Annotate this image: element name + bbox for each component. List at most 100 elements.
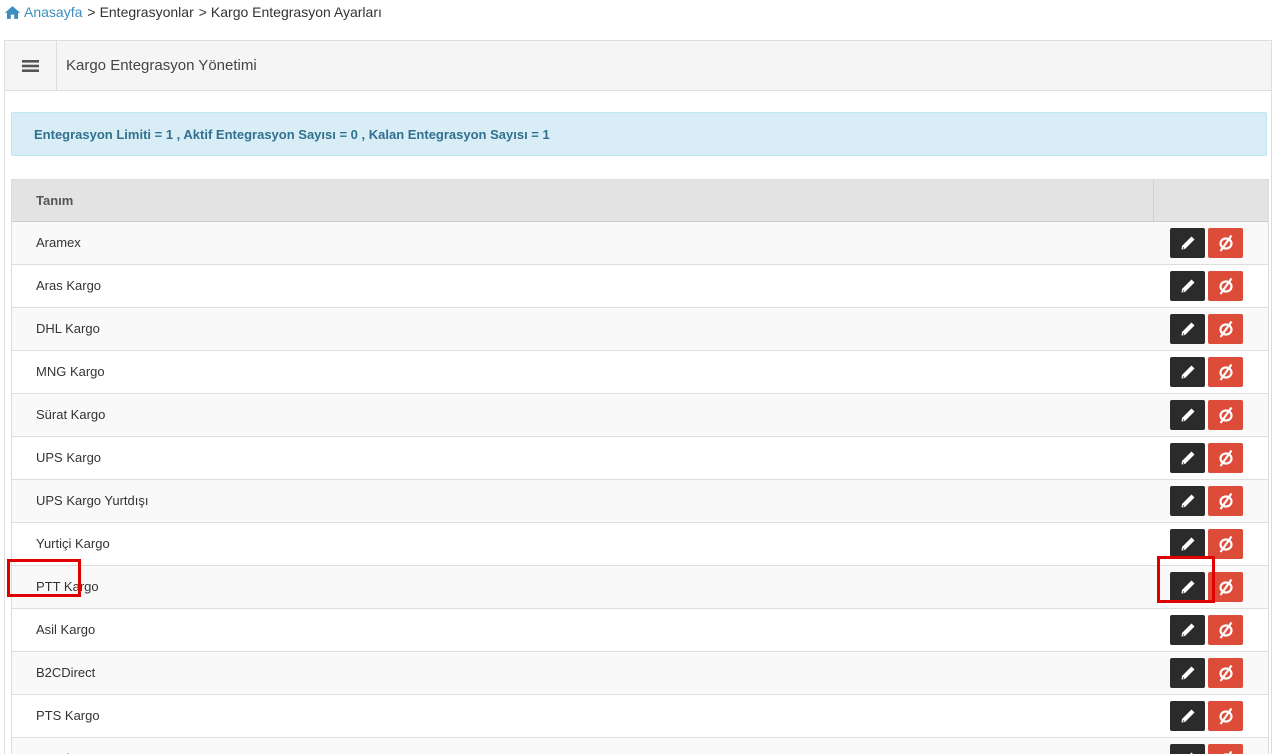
breadcrumb-integrations[interactable]: Entegrasyonlar bbox=[100, 4, 194, 20]
edit-button[interactable] bbox=[1170, 528, 1205, 559]
row-actions bbox=[1153, 737, 1268, 754]
integration-limit-text: Entegrasyon Limiti = 1 , Aktif Entegrasy… bbox=[34, 126, 550, 142]
table-row: MNG Kargo bbox=[12, 350, 1268, 394]
eye-slash-icon bbox=[1218, 707, 1233, 725]
table-row: Aras Kargo bbox=[12, 264, 1268, 308]
pencil-icon bbox=[1181, 494, 1194, 507]
eye-slash-icon bbox=[1218, 277, 1233, 295]
panel-toggle-button[interactable] bbox=[5, 41, 57, 90]
action-group bbox=[1153, 437, 1268, 479]
cargo-table-wrapper: Tanım Aramex Aras Kargo DHL Kargo MNG Kargo… bbox=[11, 179, 1269, 754]
eye-slash-icon bbox=[1218, 621, 1233, 639]
pencil-icon bbox=[1181, 408, 1194, 421]
column-header-actions bbox=[1152, 180, 1268, 222]
edit-button[interactable] bbox=[1170, 485, 1205, 516]
edit-button[interactable] bbox=[1170, 657, 1205, 688]
action-group bbox=[1153, 265, 1268, 307]
edit-button[interactable] bbox=[1170, 356, 1205, 387]
row-actions bbox=[1153, 350, 1268, 394]
pencil-icon bbox=[1181, 236, 1194, 249]
cargo-integration-panel: Kargo Entegrasyon Yönetimi Entegrasyon L… bbox=[4, 40, 1272, 754]
action-group bbox=[1153, 394, 1268, 436]
column-header-name: Tanım bbox=[12, 180, 1153, 222]
cargo-name: B2CDirect bbox=[12, 651, 1153, 695]
hide-button[interactable] bbox=[1208, 485, 1243, 516]
hide-button[interactable] bbox=[1208, 270, 1243, 301]
home-icon[interactable] bbox=[4, 5, 21, 20]
table-row: Sürat Kargo bbox=[12, 393, 1268, 437]
cargo-table: Tanım Aramex Aras Kargo DHL Kargo MNG Kargo… bbox=[12, 180, 1268, 754]
eye-slash-icon bbox=[1218, 363, 1233, 381]
hide-button[interactable] bbox=[1208, 614, 1243, 645]
breadcrumb-separator: > bbox=[87, 4, 96, 20]
row-actions bbox=[1153, 307, 1268, 351]
eye-slash-icon bbox=[1221, 750, 1232, 754]
table-header-row: Tanım bbox=[12, 180, 1268, 222]
edit-button[interactable] bbox=[1170, 399, 1205, 430]
edit-button[interactable] bbox=[1170, 571, 1205, 602]
hide-button[interactable] bbox=[1208, 743, 1243, 754]
cargo-name: MNG Kargo bbox=[12, 350, 1153, 394]
cargo-name: UPS Kargo Yurtdışı bbox=[12, 479, 1153, 523]
eye-slash-icon bbox=[1218, 449, 1233, 467]
edit-button[interactable] bbox=[1170, 227, 1205, 258]
row-actions bbox=[1153, 436, 1268, 480]
cargo-name: Asil Kargo bbox=[12, 608, 1153, 652]
row-actions bbox=[1153, 264, 1268, 308]
row-actions bbox=[1153, 694, 1268, 738]
edit-button[interactable] bbox=[1170, 313, 1205, 344]
eye-slash-icon bbox=[1218, 664, 1233, 682]
cargo-table-body: Aramex Aras Kargo DHL Kargo MNG Kargo Sürat … bbox=[12, 221, 1268, 754]
pencil-icon bbox=[1181, 279, 1194, 292]
edit-button[interactable] bbox=[1170, 442, 1205, 473]
cargo-name: Yurtiçi Kargo bbox=[12, 522, 1153, 566]
action-group bbox=[1153, 695, 1268, 737]
action-group bbox=[1153, 308, 1268, 350]
cargo-name: PTS Kargo bbox=[12, 694, 1153, 738]
breadcrumb-current: Kargo Entegrasyon Ayarları bbox=[210, 4, 382, 20]
hide-button[interactable] bbox=[1208, 657, 1243, 688]
row-actions bbox=[1153, 608, 1268, 652]
hide-button[interactable] bbox=[1208, 356, 1243, 387]
edit-button[interactable] bbox=[1170, 614, 1205, 645]
hide-button[interactable] bbox=[1208, 227, 1243, 258]
breadcrumb-home-link[interactable]: Anasayfa bbox=[24, 4, 82, 20]
hamburger-menu-icon bbox=[22, 59, 39, 72]
hide-button[interactable] bbox=[1208, 571, 1243, 602]
pencil-icon bbox=[1181, 580, 1194, 593]
cargo-name: PTT Kargo bbox=[12, 565, 1153, 609]
cargo-name: Aras Kargo bbox=[12, 264, 1153, 308]
table-row: Asil Kargo bbox=[12, 608, 1268, 652]
action-group bbox=[1153, 566, 1268, 608]
hide-button[interactable] bbox=[1208, 313, 1243, 344]
row-actions bbox=[1153, 221, 1268, 265]
table-row: UPS Kargo Yurtdışı bbox=[12, 479, 1268, 523]
hide-button[interactable] bbox=[1208, 442, 1243, 473]
edit-button[interactable] bbox=[1170, 700, 1205, 731]
cargo-name: UPS Kargo bbox=[12, 436, 1153, 480]
action-group bbox=[1153, 738, 1268, 754]
table-row: Aramex bbox=[12, 221, 1268, 265]
action-group bbox=[1153, 609, 1268, 651]
pencil-icon bbox=[1189, 752, 1193, 754]
pencil-icon bbox=[1181, 623, 1194, 636]
hide-button[interactable] bbox=[1208, 700, 1243, 731]
edit-button[interactable] bbox=[1170, 743, 1205, 754]
pencil-icon bbox=[1181, 322, 1194, 335]
integration-limit-alert: Entegrasyon Limiti = 1 , Aktif Entegrasy… bbox=[11, 112, 1267, 156]
pencil-icon bbox=[1181, 451, 1194, 464]
hide-button[interactable] bbox=[1208, 528, 1243, 559]
action-group bbox=[1153, 652, 1268, 694]
row-actions bbox=[1153, 522, 1268, 566]
eye-slash-icon bbox=[1218, 492, 1233, 510]
table-row: Yurtiçi Kargo bbox=[12, 522, 1268, 566]
edit-button[interactable] bbox=[1170, 270, 1205, 301]
action-group bbox=[1153, 523, 1268, 565]
breadcrumb: Anasayfa > Entegrasyonlar > Kargo Entegr… bbox=[0, 0, 1275, 40]
hide-button[interactable] bbox=[1208, 399, 1243, 430]
table-row: DHL Kargo bbox=[12, 307, 1268, 351]
cargo-name: Aramex bbox=[12, 221, 1153, 265]
action-group bbox=[1153, 480, 1268, 522]
panel-title: Kargo Entegrasyon Yönetimi bbox=[66, 57, 257, 74]
eye-slash-icon bbox=[1218, 234, 1233, 252]
